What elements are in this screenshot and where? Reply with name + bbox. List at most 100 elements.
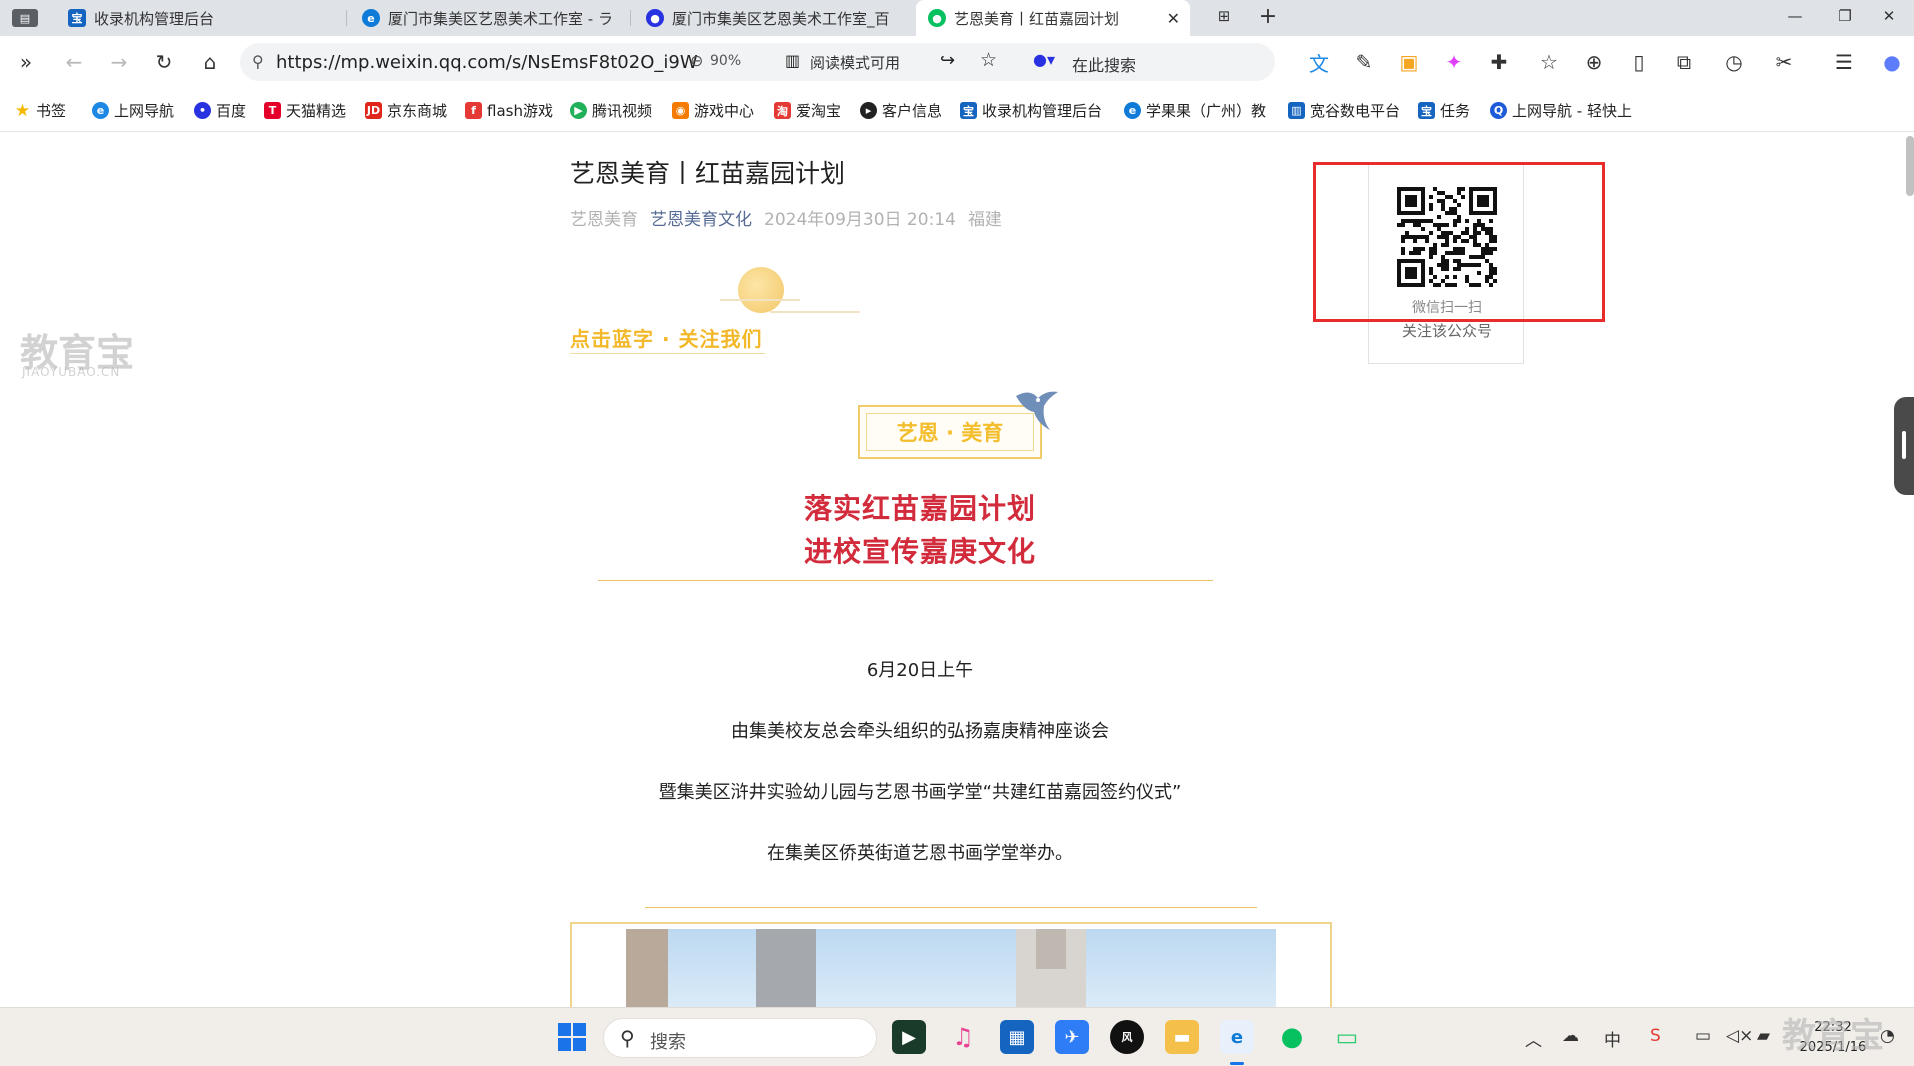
jd-icon: JD <box>365 102 382 119</box>
store-icon[interactable]: ▦ <box>1000 1020 1034 1054</box>
site-logo-icon: 宝 <box>960 102 977 119</box>
favorites-icon[interactable]: ☆ <box>1535 48 1563 76</box>
reload-icon[interactable]: ↻ <box>150 48 178 76</box>
bookmark-item[interactable]: JD 京东商城 <box>365 100 447 121</box>
feishu-icon[interactable]: ✈ <box>1055 1020 1089 1054</box>
bookmark-item[interactable]: Q 上网导航 - 轻快上 <box>1490 100 1632 121</box>
headline-line-2: 进校宣传嘉庚文化 <box>803 535 1036 568</box>
share-icon[interactable]: ↪ <box>940 50 955 71</box>
app-circle-icon[interactable]: 风 <box>1110 1020 1144 1054</box>
browser-taskbar-icon[interactable]: e <box>1220 1020 1254 1054</box>
tab-separator <box>630 10 631 26</box>
windows-start-icon[interactable] <box>555 1020 589 1054</box>
watermark-subtext: JIAOYUBAO.CN <box>22 365 121 379</box>
cloud-icon[interactable]: ☁ <box>1562 1026 1579 1046</box>
article-photo[interactable] <box>626 929 1276 1007</box>
bookmark-item[interactable]: 淘爱淘宝 <box>774 100 841 121</box>
media-player-icon[interactable]: ▶ <box>892 1020 926 1054</box>
mute-icon[interactable]: ◁× <box>1726 1026 1753 1046</box>
bookmark-item[interactable]: ▸ 客户信息 <box>860 100 942 121</box>
phone-icon[interactable]: ▯ <box>1625 48 1653 76</box>
scrollbar[interactable] <box>1906 136 1914 196</box>
bookmark-item[interactable]: e 学果果（广州）教 <box>1124 100 1266 121</box>
badge-label: 艺恩 · 美育 <box>866 413 1034 451</box>
tencent-video-icon: ▶ <box>570 102 587 119</box>
bookmark-item[interactable]: 宝收录机构管理后台 <box>960 100 1102 121</box>
taobao-icon: 淘 <box>774 102 791 119</box>
sogou-icon[interactable]: S <box>1650 1026 1661 1046</box>
bookmark-item[interactable]: • 百度 <box>194 100 246 121</box>
headline-line-1: 落实红苗嘉园计划 <box>803 492 1036 525</box>
back-icon[interactable]: ← <box>60 48 88 76</box>
star-add-icon[interactable]: ☆ <box>980 49 997 71</box>
menu-icon[interactable]: ☰ <box>1830 48 1858 76</box>
music-icon[interactable]: ♫ <box>946 1020 980 1054</box>
tab-3[interactable]: ● 厦门市集美区艺恩美术工作室_百 <box>634 0 914 36</box>
paragraph-3: 暨集美区浒井实验幼儿园与艺恩书画学堂“共建红苗嘉园签约仪式” <box>658 782 1182 803</box>
photo-pillar <box>756 929 816 1007</box>
battery-icon[interactable]: ▰ <box>1757 1026 1770 1046</box>
chevron-up-icon[interactable]: ︿ <box>1525 1026 1542 1051</box>
page-content[interactable]: 教育宝 JIAOYUBAO.CN 艺恩美育丨红苗嘉园计划 艺恩美育 艺恩美育文化… <box>0 132 1914 1007</box>
new-tab-icon[interactable]: + <box>1246 0 1290 32</box>
tab-active[interactable]: ● 艺恩美育丨红苗嘉园计划 ✕ <box>916 0 1190 36</box>
restore-icon[interactable]: ❐ <box>1820 0 1870 32</box>
circle-play-icon: ▸ <box>860 102 877 119</box>
display-icon[interactable]: ▭ <box>1695 1026 1711 1046</box>
baidu-paw-icon[interactable]: ●▾ <box>1033 50 1055 69</box>
download-icon[interactable]: ⊕ <box>1580 48 1608 76</box>
scissors-icon[interactable]: ✂ <box>1770 48 1798 76</box>
home-icon[interactable]: ⌂ <box>196 48 224 76</box>
reader-mode-label[interactable]: 阅读模式可用 <box>810 52 900 73</box>
folder-extension-icon[interactable]: ▣ <box>1395 48 1423 76</box>
bookmark-item[interactable]: f flash游戏 <box>465 100 553 121</box>
photo-divider <box>645 907 1257 908</box>
bookmark-item[interactable]: T 天猫精选 <box>264 100 346 121</box>
puzzle-icon[interactable]: ✚ <box>1485 48 1513 76</box>
sidebar-tab-toggle[interactable]: ▤ <box>0 0 48 36</box>
browser-window: ▤ 宝 收录机构管理后台 e 厦门市集美区艺恩美术工作室 - ラ ● 厦门市集美… <box>0 0 1914 1066</box>
ie-icon: e <box>92 102 109 119</box>
photo-tower-top <box>1036 929 1066 969</box>
bookmark-item[interactable]: ▶ 腾讯视频 <box>570 100 652 121</box>
wechat-icon: ● <box>928 9 946 27</box>
search-engine-field[interactable]: 在此搜索 <box>1072 52 1136 76</box>
wechat-icon[interactable]: ● <box>1275 1020 1309 1054</box>
double-chevron-icon[interactable]: » <box>12 48 40 76</box>
cloud-decoration <box>770 311 860 313</box>
bookmark-item[interactable]: ◉ 游戏中心 <box>672 100 754 121</box>
zoom-level[interactable]: 90% <box>710 53 741 69</box>
url-text[interactable]: https://mp.weixin.qq.com/s/NsEmsF8t02O_i… <box>276 52 698 73</box>
history-icon[interactable]: ◷ <box>1720 48 1748 76</box>
collections-icon[interactable]: ⧉ <box>1670 48 1698 76</box>
close-tab-icon[interactable]: ✕ <box>1167 9 1180 28</box>
forward-icon[interactable]: → <box>105 48 133 76</box>
translate-icon[interactable]: ⽂ <box>1305 48 1333 76</box>
avatar-icon[interactable]: ● <box>1878 48 1906 76</box>
search-icon: ⚲ <box>620 1026 635 1050</box>
tab-2[interactable]: e 厦门市集美区艺恩美术工作室 - ラ <box>350 0 630 36</box>
account-link[interactable]: 艺恩美育文化 <box>650 205 752 230</box>
monitor-app-icon[interactable]: ▭ <box>1330 1020 1364 1054</box>
ime-indicator[interactable]: 中 <box>1604 1026 1621 1051</box>
bookmark-item[interactable]: 宝任务 <box>1418 100 1470 121</box>
taskbar-search[interactable]: ⚲ 搜索 <box>603 1018 877 1058</box>
section-divider <box>598 580 1213 581</box>
minimize-icon[interactable]: — <box>1770 0 1820 32</box>
close-window-icon[interactable]: ✕ <box>1864 0 1914 32</box>
tab-label: 厦门市集美区艺恩美术工作室 - ラ <box>388 9 613 28</box>
tab-grid-icon[interactable]: ⊞ <box>1202 0 1246 32</box>
side-panel-handle[interactable] <box>1894 397 1914 495</box>
site-logo-icon: 宝 <box>1418 102 1435 119</box>
pen-extension-icon[interactable]: ✎ <box>1350 48 1378 76</box>
follow-prompt[interactable]: 点击蓝字 · 关注我们 <box>570 323 763 352</box>
bookmark-item[interactable]: ▥ 宽谷数电平台 <box>1288 100 1400 121</box>
tab-separator <box>346 10 347 26</box>
tab-1[interactable]: 宝 收录机构管理后台 <box>56 0 346 36</box>
bookmark-item[interactable]: ★ 书签 <box>14 100 66 121</box>
bookmark-item[interactable]: e 上网导航 <box>92 100 174 121</box>
file-explorer-icon[interactable]: ▬ <box>1165 1020 1199 1054</box>
qr-caption-follow: 关注该公众号 <box>1401 322 1492 340</box>
sparkle-icon[interactable]: ✦ <box>1440 48 1468 76</box>
address-bar[interactable]: ⚲ https://mp.weixin.qq.com/s/NsEmsF8t02O… <box>240 43 1275 81</box>
